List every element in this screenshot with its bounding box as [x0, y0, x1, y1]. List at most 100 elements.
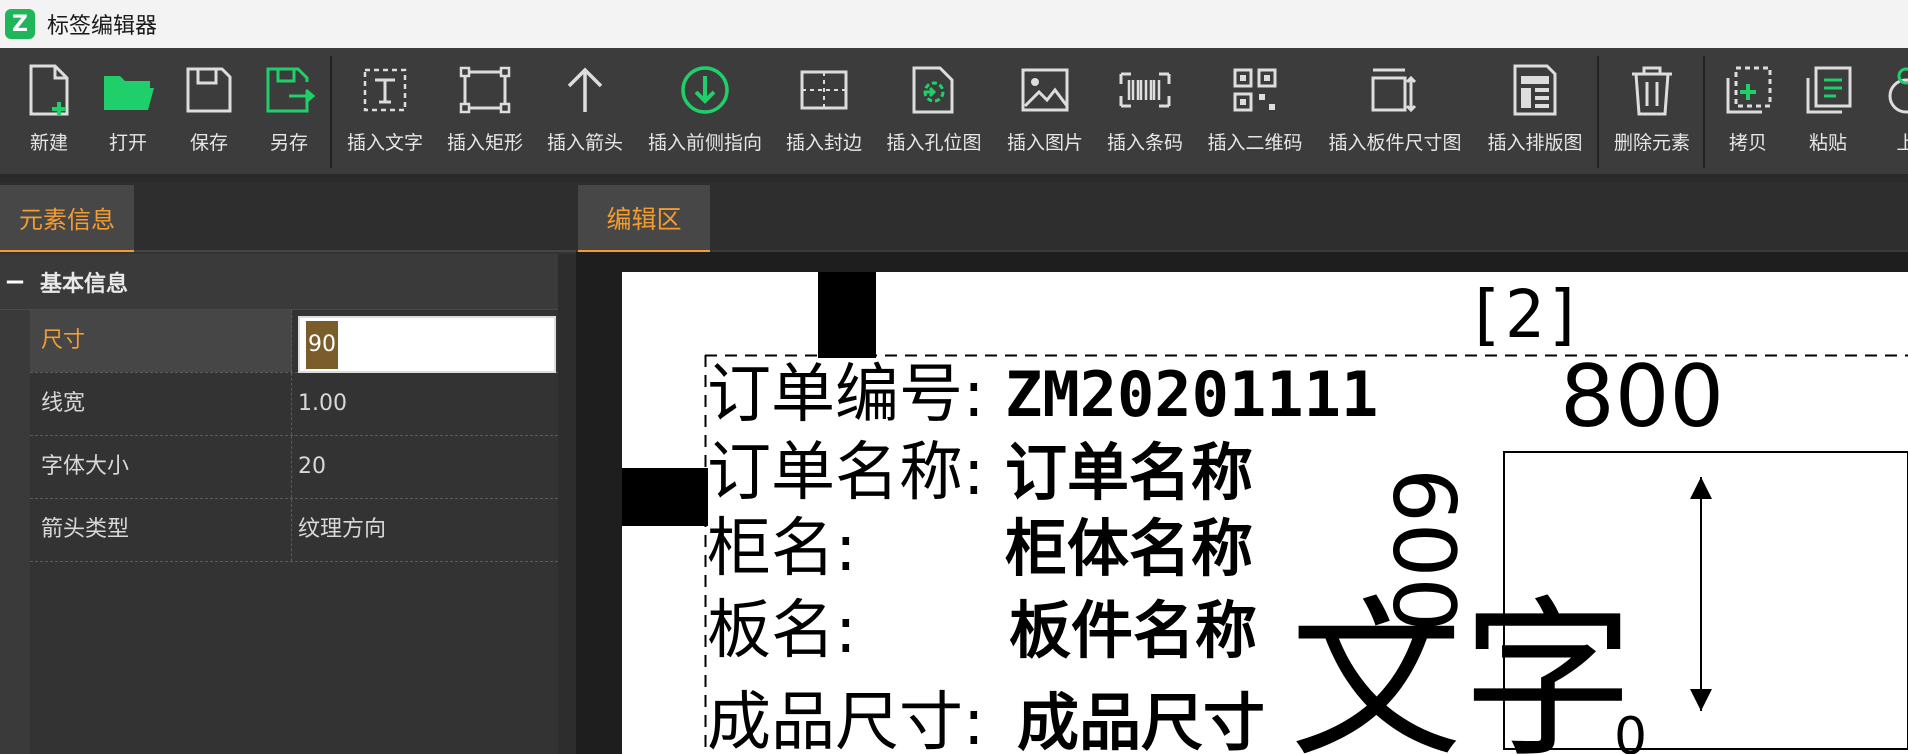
save-icon [186, 67, 232, 113]
property-row-font-size[interactable]: 字体大小 20 [30, 436, 558, 499]
save-as-label: 另存 [269, 132, 308, 154]
insert-layout-icon [1513, 64, 1557, 116]
insert-image-label: 插入图片 [1006, 132, 1083, 154]
paste-label: 粘贴 [1808, 132, 1847, 154]
insert-front-pointer-button[interactable]: 插入前侧指向 [645, 48, 765, 174]
copy-button[interactable]: 拷贝 [1718, 48, 1778, 174]
property-value[interactable]: 1.00 [298, 373, 347, 435]
insert-image-button[interactable]: 插入图片 [1005, 48, 1085, 174]
open-button[interactable]: 打开 [100, 48, 156, 174]
page-marker[interactable]: [2] [1465, 276, 1584, 353]
order-name-value[interactable]: 订单名称 [1005, 436, 1253, 509]
toolbar-separator [330, 56, 332, 168]
insert-barcode-label: 插入条码 [1106, 132, 1183, 154]
big-text-element[interactable]: 文字 [1290, 580, 1634, 754]
insert-panel-size-button[interactable]: 插入板件尺寸图 [1325, 48, 1465, 174]
label-canvas[interactable]: [2] 订单编号: ZM20201111 订单名称: 订单名称 柜名: 柜体名称… [622, 272, 1908, 754]
toolbar-separator [1703, 56, 1705, 168]
editor-panel: 编辑区 [2] 订单编号: ZM20201111 订单名称: 订单名称 柜名: … [576, 182, 1908, 754]
property-grid: − 基本信息 尺寸 90 线宽 1.00 字体大小 20 箭头类型 纹理方向 [0, 254, 558, 562]
save-as-icon [266, 67, 316, 113]
insert-arrow-button[interactable]: 插入箭头 [545, 48, 625, 174]
insert-qrcode-button[interactable]: 插入二维码 [1205, 48, 1305, 174]
insert-rect-button[interactable]: 插入矩形 [445, 48, 525, 174]
toolbar-separator [1597, 56, 1599, 168]
property-row-size[interactable]: 尺寸 90 [30, 310, 558, 373]
property-key: 箭头类型 [30, 499, 292, 561]
tab-edit-area[interactable]: 编辑区 [578, 185, 710, 252]
property-key: 线宽 [30, 373, 292, 435]
marker-bar-left[interactable] [622, 468, 708, 526]
open-folder-icon [104, 76, 154, 110]
group-title: 基本信息 [40, 271, 129, 297]
editor-tabbar: 编辑区 [576, 182, 1908, 252]
new-label: 新建 [29, 132, 68, 154]
order-number-key[interactable]: 订单编号: [707, 358, 985, 432]
up-button[interactable]: 上 [1876, 48, 1908, 174]
paste-icon [1806, 66, 1852, 114]
property-value[interactable]: 纹理方向 [298, 499, 386, 561]
property-row-line-width[interactable]: 线宽 1.00 [30, 373, 558, 436]
open-label: 打开 [108, 132, 147, 154]
board-name-value[interactable]: 板件名称 [1009, 594, 1257, 667]
insert-layout-button[interactable]: 插入排版图 [1485, 48, 1585, 174]
insert-edge-band-icon [800, 70, 848, 110]
save-button[interactable]: 保存 [181, 48, 237, 174]
finished-size-key[interactable]: 成品尺寸: [707, 686, 985, 754]
insert-hole-map-button[interactable]: 插入孔位图 [884, 48, 984, 174]
window-title: 标签编辑器 [47, 14, 158, 39]
insert-barcode-button[interactable]: 插入条码 [1105, 48, 1185, 174]
order-name-key[interactable]: 订单名称: [707, 436, 985, 510]
trash-icon [1632, 66, 1672, 116]
property-key: 字体大小 [30, 436, 292, 498]
copy-label: 拷贝 [1728, 132, 1767, 154]
app-logo: Z [5, 9, 35, 39]
collapse-icon[interactable]: − [0, 267, 30, 297]
width-dimension[interactable]: 800 [1560, 347, 1724, 447]
delete-element-button[interactable]: 删除元素 [1612, 48, 1692, 174]
insert-rect-label: 插入矩形 [446, 132, 523, 154]
marker-bar-top[interactable] [818, 272, 876, 358]
up-label: 上 [1896, 128, 1908, 155]
label-drawing: [2] 订单编号: ZM20201111 订单名称: 订单名称 柜名: 柜体名称… [622, 272, 1908, 754]
cabinet-name-key[interactable]: 柜名: [707, 512, 857, 586]
insert-rect-icon [459, 66, 511, 114]
delete-element-label: 删除元素 [1613, 132, 1690, 154]
property-row-arrow-type[interactable]: 箭头类型 纹理方向 [30, 499, 558, 562]
size-input[interactable]: 90 [298, 316, 556, 373]
insert-qrcode-icon [1233, 68, 1277, 112]
property-key: 尺寸 [30, 310, 292, 372]
new-button[interactable]: 新建 [21, 48, 77, 174]
insert-front-pointer-label: 插入前侧指向 [647, 132, 762, 154]
title-bar: Z 标签编辑器 [0, 0, 1908, 48]
cabinet-name-value[interactable]: 柜体名称 [1005, 512, 1253, 585]
save-label: 保存 [189, 132, 228, 154]
insert-arrow-label: 插入箭头 [546, 132, 623, 154]
insert-layout-label: 插入排版图 [1487, 132, 1583, 154]
board-name-key[interactable]: 板名: [707, 594, 857, 668]
insert-image-icon [1021, 68, 1069, 112]
group-basic-info[interactable]: − 基本信息 [0, 254, 558, 310]
insert-edge-band-label: 插入封边 [785, 132, 862, 154]
insert-hole-map-label: 插入孔位图 [886, 132, 982, 154]
insert-edge-band-button[interactable]: 插入封边 [784, 48, 864, 174]
save-as-button[interactable]: 另存 [261, 48, 317, 174]
insert-qrcode-label: 插入二维码 [1207, 132, 1303, 154]
order-number-value[interactable]: ZM20201111 [1005, 358, 1378, 431]
property-scrollbar[interactable] [558, 254, 576, 754]
toolbar: 新建 打开 保存 另存 插入文字 插入矩形 插入箭头 插入前侧指向 插入封边 插… [0, 48, 1908, 178]
insert-text-label: 插入文字 [346, 132, 423, 154]
element-info-tabbar: 元素信息 [0, 182, 576, 252]
finished-size-value[interactable]: 成品尺寸 [1017, 686, 1265, 754]
paste-button[interactable]: 粘贴 [1798, 48, 1858, 174]
tab-element-info[interactable]: 元素信息 [0, 185, 134, 252]
corner-dimension[interactable]: 0 [1614, 707, 1647, 754]
insert-panel-size-label: 插入板件尺寸图 [1328, 132, 1462, 154]
insert-hole-map-icon [912, 66, 954, 114]
size-input-value[interactable]: 90 [306, 321, 338, 369]
insert-arrow-icon [567, 67, 603, 112]
property-value[interactable]: 20 [298, 436, 326, 498]
up-icon [1888, 67, 1908, 114]
insert-barcode-icon [1119, 72, 1171, 108]
insert-text-button[interactable]: 插入文字 [345, 48, 425, 174]
